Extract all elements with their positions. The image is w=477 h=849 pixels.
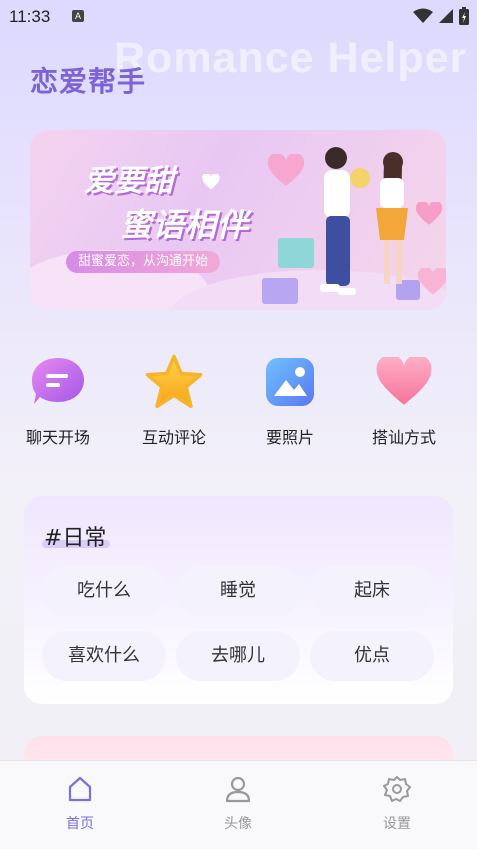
quick-action-ask-photo[interactable]: 要照片 [240,352,340,448]
nav-label: 头像 [224,816,252,832]
quick-action-chat-opener[interactable]: 聊天开场 [8,352,108,448]
promo-banner[interactable]: 爱要甜 蜜语相伴 甜蜜爱恋，从沟通开始 [30,130,446,310]
banner-headline-1: 爱要甜 [84,164,174,199]
bottom-nav: 首页 头像 设置 [0,760,477,849]
nav-settings[interactable]: 设置 [357,775,437,833]
home-icon [68,776,92,802]
quick-action-label: 搭讪方式 [371,428,436,447]
nav-avatar[interactable]: 头像 [198,775,278,833]
heart-decoration-icon [202,174,220,190]
wifi-icon [413,8,433,23]
banner-subtitle: 甜蜜爱恋，从沟通开始 [66,251,221,273]
topic-chip[interactable]: 优点 [310,631,434,681]
star-icon [144,352,204,412]
topic-chip[interactable]: 吃什么 [42,566,166,616]
topic-chip[interactable]: 喜欢什么 [42,631,166,681]
status-icons [413,7,469,25]
category-card: #日常 吃什么 睡觉 起床 喜欢什么 去哪儿 优点 [24,496,453,704]
quick-action-pickup-methods[interactable]: 搭讪方式 [354,352,454,448]
banner-headline-2: 蜜语相伴 [120,206,249,244]
chat-bubble-icon [28,352,88,412]
status-time: 11:33 [9,7,51,26]
heart-icon [374,352,434,412]
topic-chip[interactable]: 睡觉 [176,566,300,616]
battery-icon [459,7,469,25]
notification-icon: A [72,10,84,22]
quick-actions: 聊天开场 互动评论 要照片 搭讪方式 [0,352,477,452]
quick-action-interactive-comment[interactable]: 互动评论 [124,352,224,448]
nav-home[interactable]: 首页 [40,775,120,833]
topic-chip[interactable]: 去哪儿 [176,631,300,681]
app-title: 恋爱帮手 [30,65,147,98]
image-icon [260,352,320,412]
signal-icon [439,9,453,23]
topic-chip[interactable]: 起床 [310,566,434,616]
nav-label: 首页 [66,816,94,832]
nav-label: 设置 [383,816,411,832]
quick-action-label: 聊天开场 [25,428,90,447]
status-bar: 11:33 A [0,0,477,32]
person-icon [225,776,251,803]
quick-action-label: 互动评论 [141,428,206,447]
gear-icon [383,776,411,802]
category-tag: #日常 [44,526,107,551]
header-watermark: Romance Helper [114,34,468,82]
quick-action-label: 要照片 [265,428,314,447]
couple-illustration [320,147,408,295]
gift-box-illustration [262,278,298,304]
